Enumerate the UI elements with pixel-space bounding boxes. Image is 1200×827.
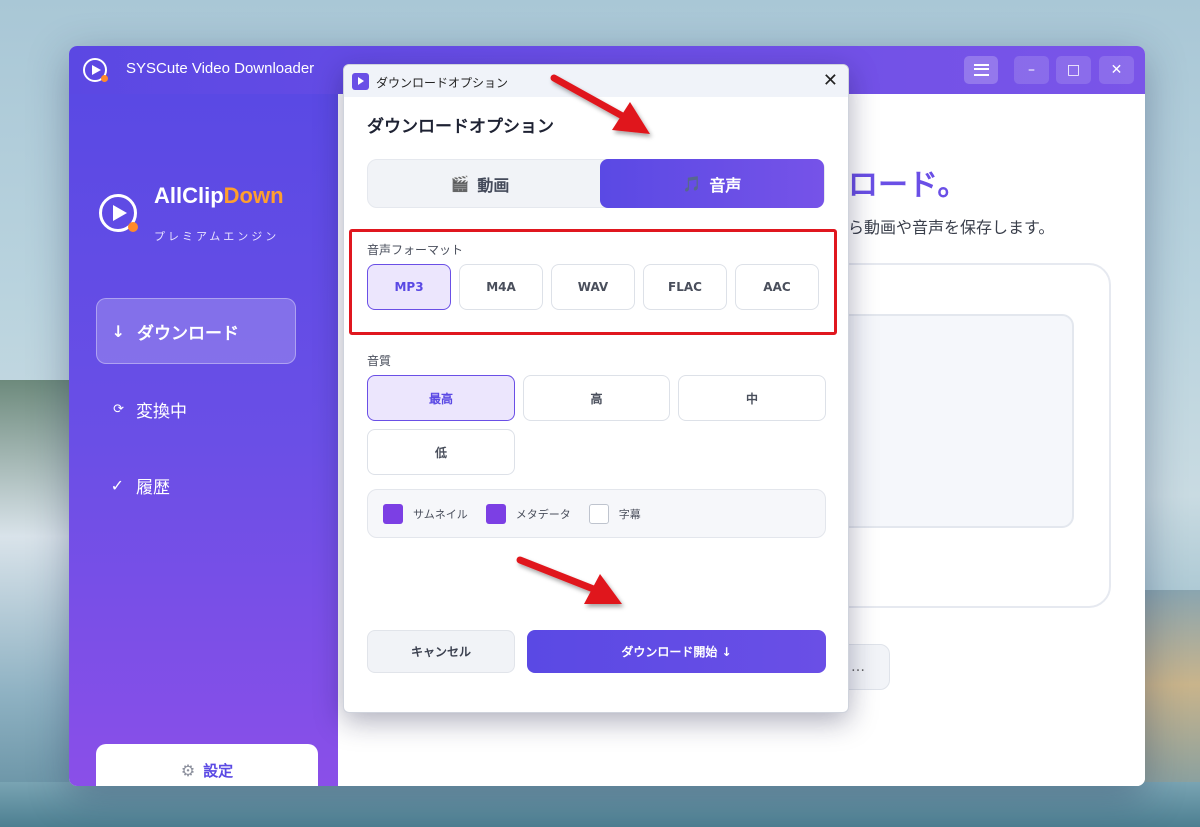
cancel-button[interactable]: キャンセル xyxy=(367,630,515,673)
tab-audio-label: 音声 xyxy=(709,175,742,195)
close-icon: ✕ xyxy=(1110,62,1123,78)
dialog-window-title: ダウンロードオプション xyxy=(376,76,509,90)
quality-highest-button[interactable]: 最高 xyxy=(367,375,515,421)
download-arrow-icon: ↓ xyxy=(111,321,125,341)
sidebar: AllClipDown プレミアムエンジン ↓ ダウンロード ⟳ 変換中 ✓ 履… xyxy=(69,94,338,786)
checkbox-checked-icon xyxy=(485,503,506,524)
brand-subtitle: プレミアムエンジン xyxy=(154,230,280,243)
checkbox-checked-icon xyxy=(383,503,403,524)
brand-name-part1: AllClip xyxy=(154,183,224,208)
app-logo-icon xyxy=(83,58,108,82)
sidebar-item-converting[interactable]: ⟳ 変換中 xyxy=(96,376,296,442)
metadata-checkbox[interactable]: メタデータ xyxy=(485,503,571,524)
quality-high-button[interactable]: 高 xyxy=(523,375,670,421)
dialog-close-button[interactable]: ✕ xyxy=(823,70,838,91)
sidebar-item-label: 履歴 xyxy=(136,477,170,498)
main-heading: ロード。 xyxy=(848,168,968,203)
desktop-background-water xyxy=(0,782,1200,827)
checkbox-label: 字幕 xyxy=(618,507,641,521)
check-icon: ✓ xyxy=(110,475,124,495)
maximize-button[interactable]: □ xyxy=(1056,56,1091,84)
main-description: ら動画や音声を保存します。 xyxy=(848,218,1055,237)
tab-audio[interactable]: 🎵 音声 xyxy=(600,159,824,208)
quality-medium-button[interactable]: 中 xyxy=(678,375,826,421)
checkbox-unchecked-icon xyxy=(588,503,609,524)
minimize-icon: – xyxy=(1028,62,1035,78)
dialog-app-icon xyxy=(352,73,369,90)
annotation-arrow-top xyxy=(550,74,650,134)
maximize-icon: □ xyxy=(1066,62,1081,78)
tab-video-label: 動画 xyxy=(477,175,510,195)
window-title: SYSCute Video Downloader xyxy=(126,60,315,77)
quality-low-button[interactable]: 低 xyxy=(367,429,515,475)
thumbnail-checkbox[interactable]: サムネイル xyxy=(383,503,468,524)
format-annotation-box xyxy=(349,229,837,335)
start-download-button[interactable]: ダウンロード開始 ↓ xyxy=(527,630,826,673)
settings-label: 設定 xyxy=(203,761,234,780)
hamburger-icon xyxy=(973,64,989,76)
dialog-heading: ダウンロードオプション xyxy=(367,117,554,137)
menu-button[interactable] xyxy=(964,56,998,84)
clapperboard-icon: 🎬 xyxy=(450,174,470,193)
extras-checkbox-group: サムネイル メタデータ 字幕 xyxy=(367,489,826,538)
sidebar-item-label: ダウンロード xyxy=(137,323,239,344)
settings-button[interactable]: ⚙ 設定 xyxy=(96,744,318,786)
tab-video[interactable]: 🎬 動画 xyxy=(368,160,592,207)
gear-icon: ⚙ xyxy=(180,760,196,780)
brand-logo-icon xyxy=(99,194,138,232)
annotation-arrow-bottom xyxy=(516,556,622,604)
sidebar-item-history[interactable]: ✓ 履歴 xyxy=(96,452,296,518)
desktop-background-left xyxy=(0,380,80,827)
sidebar-item-label: 変換中 xyxy=(136,401,187,422)
subtitles-checkbox[interactable]: 字幕 xyxy=(588,503,641,524)
close-icon: ✕ xyxy=(822,70,838,91)
sidebar-item-download[interactable]: ↓ ダウンロード xyxy=(96,298,296,364)
quality-section-label: 音質 xyxy=(367,354,392,368)
checkbox-label: メタデータ xyxy=(515,507,571,521)
refresh-icon: ⟳ xyxy=(113,401,124,417)
minimize-button[interactable]: – xyxy=(1014,56,1049,84)
music-note-icon: 🎵 xyxy=(682,174,702,193)
brand-name: AllClipDown xyxy=(154,183,284,209)
url-input-area[interactable] xyxy=(820,314,1074,528)
close-window-button[interactable]: ✕ xyxy=(1099,56,1134,84)
checkbox-label: サムネイル xyxy=(413,507,468,521)
main-action-label: … xyxy=(851,659,865,675)
brand-name-part2: Down xyxy=(223,183,284,208)
media-type-tabs: 🎬 動画 🎵 音声 xyxy=(367,159,825,208)
